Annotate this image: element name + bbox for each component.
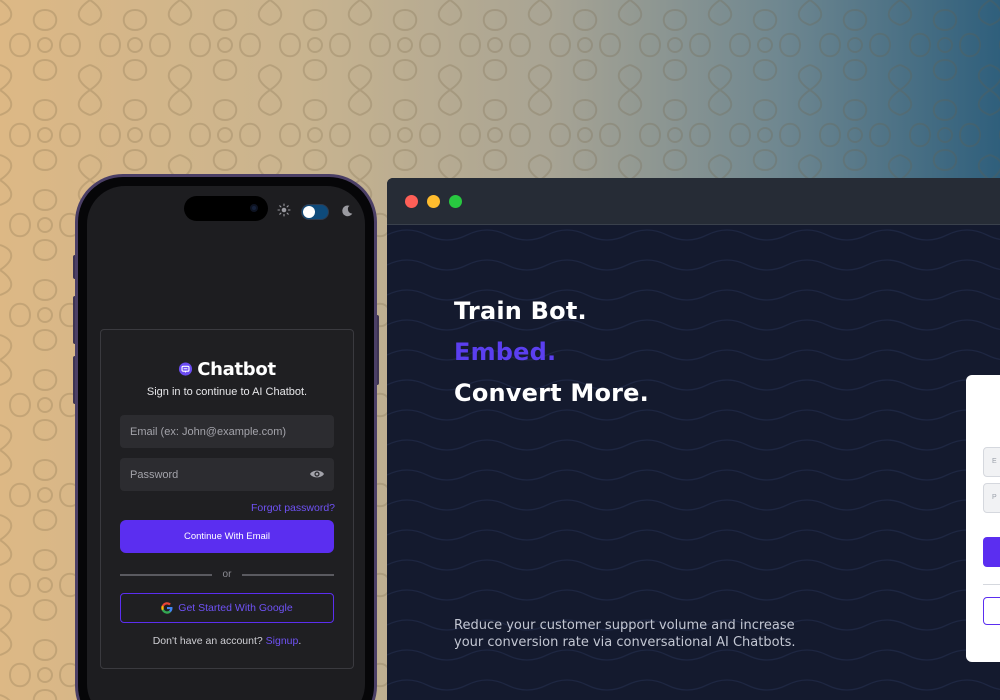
signup-prompt: Don't have an account? Signup. <box>101 635 353 647</box>
no-account-text: Don't have an account? <box>152 635 263 647</box>
chat-bubble-icon <box>179 361 193 376</box>
cropped-login-card: E P <box>966 375 1000 662</box>
brand-name: Chatbot <box>197 358 276 380</box>
cropped-password-field[interactable]: P <box>983 483 1000 513</box>
browser-titlebar <box>387 178 1000 225</box>
google-icon <box>161 602 173 614</box>
hero-line-convert: Convert More. <box>454 379 649 407</box>
eye-icon[interactable] <box>309 468 325 480</box>
camera-icon <box>250 204 258 212</box>
google-button-label: Get Started With Google <box>178 602 293 614</box>
phone-bezel: Chatbot Sign in to continue to AI Chatbo… <box>78 177 374 700</box>
hero-tagline: Reduce your customer support volume and … <box>454 618 796 650</box>
phone-screen: Chatbot Sign in to continue to AI Chatbo… <box>87 186 365 700</box>
login-card: Chatbot Sign in to continue to AI Chatbo… <box>100 329 354 669</box>
signup-link[interactable]: Signup <box>266 635 299 647</box>
password-field[interactable] <box>120 458 334 491</box>
close-window-button[interactable] <box>405 195 418 208</box>
browser-window: Train Bot. Embed. Convert More. Reduce y… <box>387 178 1000 700</box>
google-signin-button[interactable]: Get Started With Google <box>120 593 334 623</box>
theme-toggle[interactable] <box>301 204 329 220</box>
cropped-google-button[interactable] <box>983 597 1000 625</box>
brand-logo: Chatbot <box>101 358 353 380</box>
phone-frame: Chatbot Sign in to continue to AI Chatbo… <box>75 174 377 700</box>
theme-toggle-knob <box>303 206 315 218</box>
email-field[interactable] <box>120 415 334 448</box>
browser-content: Train Bot. Embed. Convert More. Reduce y… <box>387 225 1000 700</box>
minimize-window-button[interactable] <box>427 195 440 208</box>
hero-headline: Train Bot. Embed. Convert More. <box>454 291 649 414</box>
hero-line-train: Train Bot. <box>454 297 587 325</box>
divider-line-right <box>242 574 334 576</box>
cropped-divider <box>983 584 1000 585</box>
sun-icon <box>277 203 291 217</box>
continue-with-email-button[interactable]: Continue With Email <box>120 520 334 553</box>
dynamic-island <box>184 196 268 221</box>
or-divider: or <box>120 569 334 581</box>
login-subtitle: Sign in to continue to AI Chatbot. <box>146 386 308 398</box>
signup-suffix: . <box>298 635 302 647</box>
moon-icon <box>342 205 353 217</box>
hero-line-embed: Embed. <box>454 338 557 366</box>
cropped-email-field[interactable]: E <box>983 447 1000 477</box>
maximize-window-button[interactable] <box>449 195 462 208</box>
cropped-continue-button[interactable] <box>983 537 1000 567</box>
forgot-password-link[interactable]: Forgot password? <box>251 502 335 514</box>
